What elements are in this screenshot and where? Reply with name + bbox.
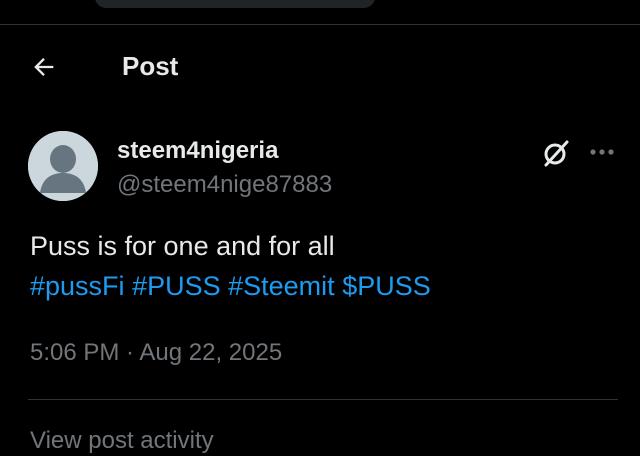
post-date[interactable]: Aug 22, 2025 — [139, 339, 282, 366]
more-horizontal-icon — [590, 149, 614, 155]
post-timestamp: 5:06 PM · Aug 22, 2025 — [30, 338, 282, 368]
more-button[interactable] — [584, 134, 620, 170]
top-browser-strip — [0, 0, 640, 25]
post-header: Post — [0, 25, 640, 107]
arrow-left-icon — [34, 58, 54, 76]
author-display-name[interactable]: steem4nigeria — [117, 137, 278, 165]
post-activity-link[interactable]: View post activity — [30, 426, 214, 456]
back-button[interactable] — [24, 47, 64, 87]
post-activity-label: View post activity — [30, 427, 214, 454]
avatar[interactable] — [28, 131, 98, 201]
hashtag-link[interactable]: #Steemit — [228, 271, 335, 301]
page-title: Post — [122, 51, 179, 81]
hashtag-link[interactable]: #pussFi — [30, 271, 125, 301]
url-bar[interactable] — [95, 0, 375, 8]
cashtag-link[interactable]: $PUSS — [342, 271, 431, 301]
divider — [28, 399, 618, 400]
grok-icon — [544, 140, 569, 167]
post-hashtags: #pussFi #PUSS #Steemit $PUSS — [30, 268, 431, 304]
default-avatar-icon — [28, 131, 98, 201]
post-time[interactable]: 5:06 PM — [30, 339, 119, 366]
grok-button[interactable] — [537, 134, 575, 172]
meta-separator: · — [119, 339, 140, 366]
author-handle[interactable]: @steem4nige87883 — [117, 171, 332, 199]
hashtag-link[interactable]: #PUSS — [132, 271, 221, 301]
post-text: Puss is for one and for all — [30, 231, 335, 261]
